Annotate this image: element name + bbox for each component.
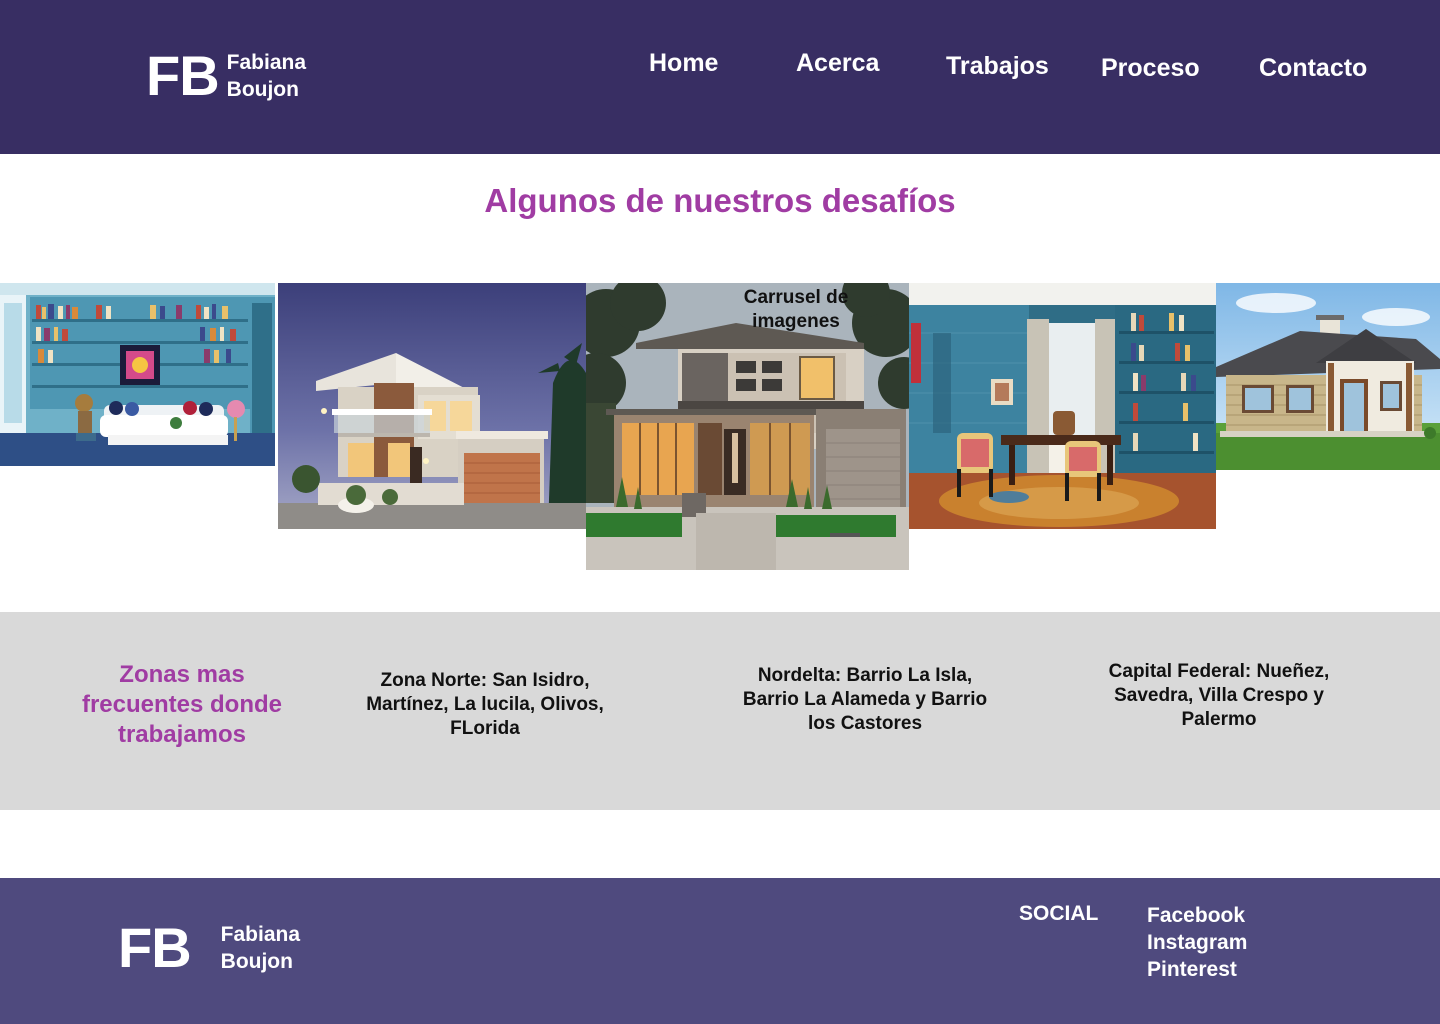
header-logo[interactable]: FB Fabiana Boujon — [146, 48, 306, 104]
pinterest-link[interactable]: Pinterest — [1147, 956, 1247, 983]
logo-mark: FB — [146, 44, 220, 107]
zone-nordelta: Nordelta: Barrio La Isla, Barrio La Alam… — [742, 665, 988, 734]
nav-contact[interactable]: Contacto — [1259, 54, 1367, 83]
logo-first-name: Fabiana — [220, 923, 301, 946]
carousel-label: Carrusel de imagenes — [743, 287, 849, 332]
nav-process[interactable]: Proceso — [1101, 54, 1200, 83]
footer-logo[interactable]: FB Fabiana Boujon — [118, 920, 300, 976]
site-footer: FB Fabiana Boujon SOCIAL Facebook Instag… — [0, 878, 1440, 1024]
zones-title: Zonas mas frecuentes donde trabajamos — [81, 661, 283, 748]
nav-about[interactable]: Acerca — [796, 49, 879, 78]
facebook-link[interactable]: Facebook — [1147, 902, 1247, 929]
carousel-slide-study-room[interactable] — [909, 283, 1216, 529]
logo-name: Fabiana Boujon — [227, 49, 306, 103]
living-room-image — [0, 283, 275, 466]
carousel-slide-country-house[interactable] — [1216, 283, 1440, 470]
zone-north: Zona Norte: San Isidro, Martínez, La luc… — [366, 670, 604, 739]
logo-last-name: Boujon — [226, 78, 299, 101]
logo-mark: FB — [118, 916, 192, 979]
study-room-image — [909, 283, 1216, 529]
nav-works[interactable]: Trabajos — [946, 52, 1049, 81]
social-title: SOCIAL — [1019, 902, 1099, 925]
carousel-slide-modern-house-dusk[interactable] — [278, 283, 586, 529]
logo-name: Fabiana Boujon — [221, 921, 300, 975]
instagram-link[interactable]: Instagram — [1147, 929, 1247, 956]
country-house-image — [1216, 283, 1440, 470]
logo-first-name: Fabiana — [226, 51, 307, 74]
zones-section: Zonas mas frecuentes donde trabajamos Zo… — [0, 612, 1440, 810]
modern-house-dusk-image — [278, 283, 586, 529]
social-links: Facebook Instagram Pinterest — [1147, 902, 1247, 983]
zone-capital: Capital Federal: Nueñez, Savedra, Villa … — [1108, 661, 1330, 730]
nav-home[interactable]: Home — [649, 49, 718, 78]
logo-last-name: Boujon — [220, 950, 293, 973]
site-header: FB Fabiana Boujon Home Acerca Trabajos P… — [0, 0, 1440, 154]
carousel-slide-living-room[interactable] — [0, 283, 275, 466]
works-section-title: Algunos de nuestros desafíos — [484, 182, 956, 219]
